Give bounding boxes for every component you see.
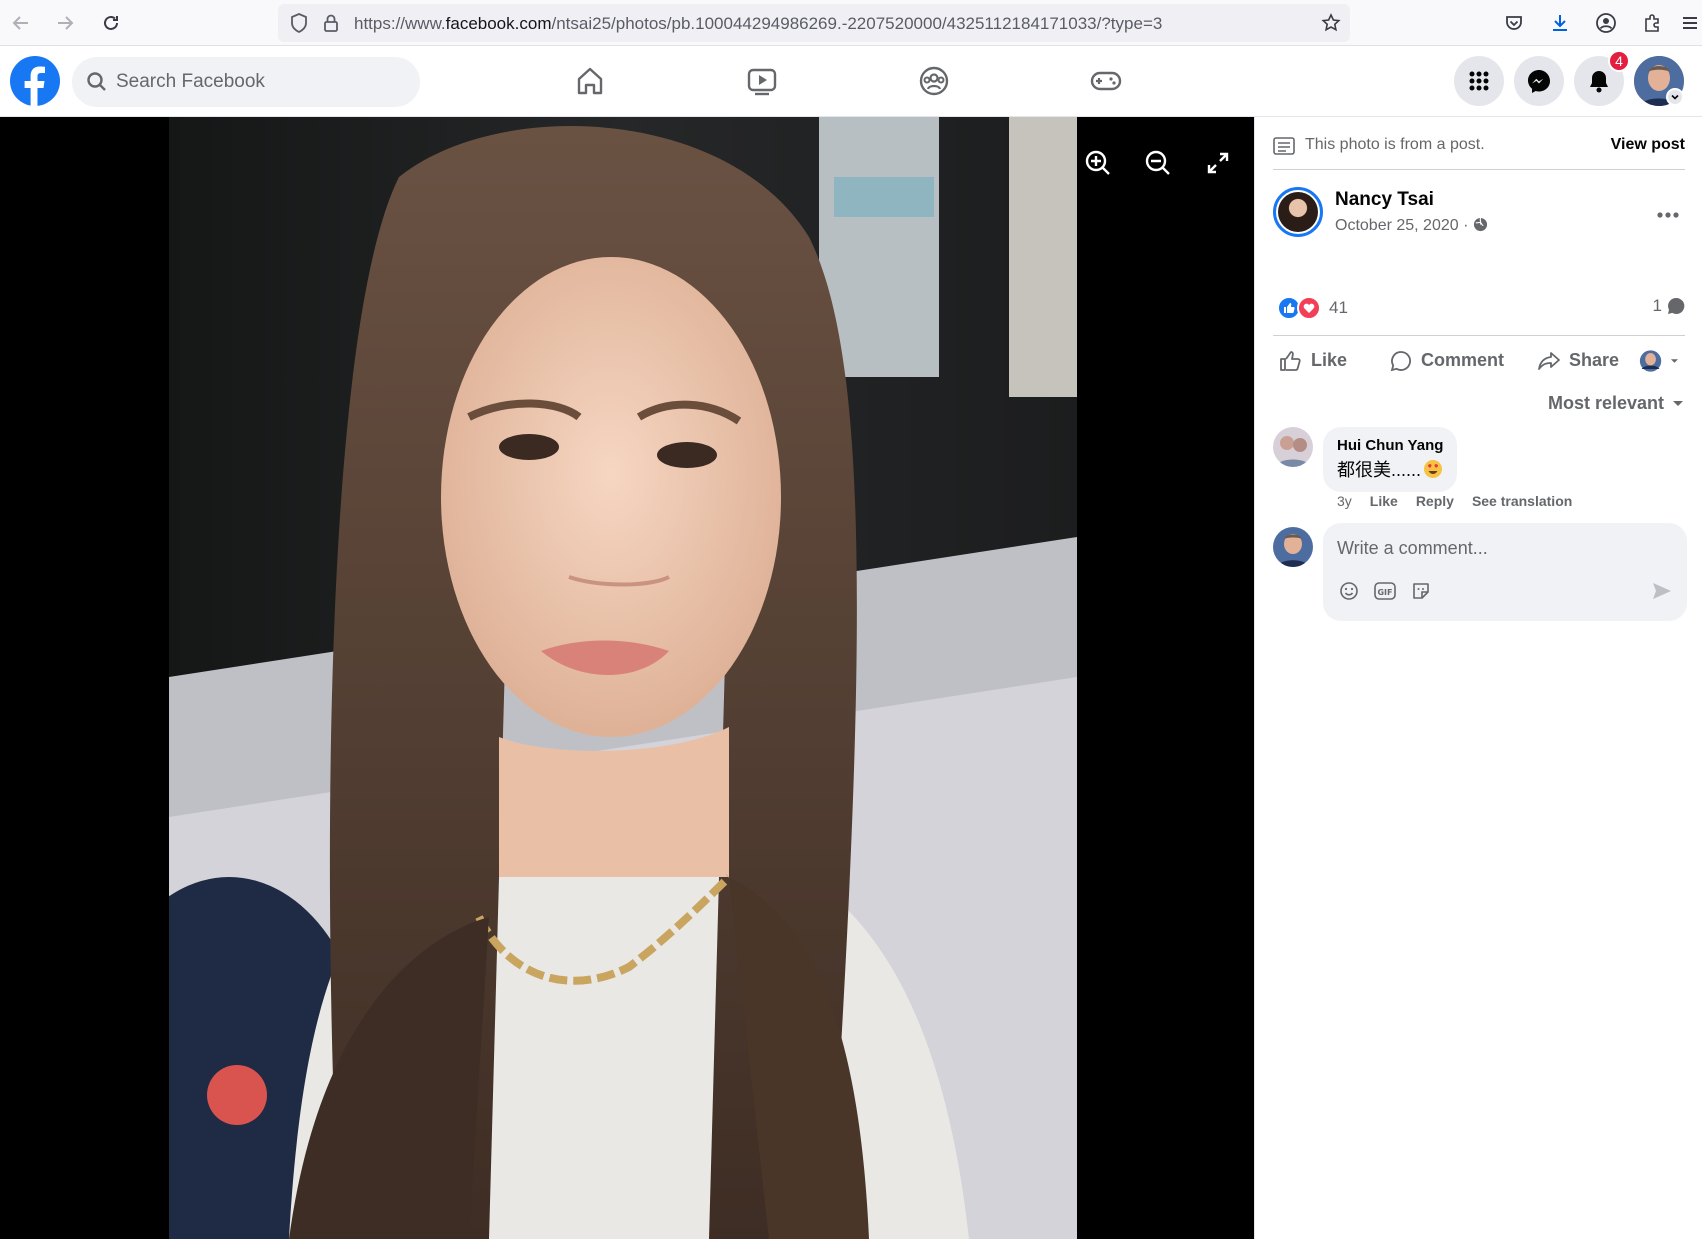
facebook-header: 4 <box>0 46 1702 117</box>
author-avatar[interactable] <box>1273 187 1323 237</box>
search-box[interactable] <box>72 57 420 107</box>
reload-icon[interactable] <box>96 8 126 38</box>
gif-icon[interactable]: GIF <box>1373 579 1397 603</box>
commenter-name[interactable]: Hui Chun Yang <box>1337 437 1443 454</box>
view-post-link[interactable]: View post <box>1611 136 1685 154</box>
send-icon[interactable] <box>1651 581 1673 606</box>
current-user-avatar[interactable] <box>1273 527 1313 567</box>
groups-tab-icon[interactable] <box>910 58 958 104</box>
comment-bubble: Hui Chun Yang 都很美...... <box>1323 427 1458 492</box>
like-button[interactable]: Like <box>1273 339 1383 383</box>
search-icon <box>86 71 108 98</box>
comment-button[interactable]: Comment <box>1383 339 1531 383</box>
user-avatar-icon <box>1639 349 1662 372</box>
bookmark-star-icon[interactable] <box>1320 12 1342 34</box>
comment-input[interactable] <box>1337 533 1657 563</box>
url-text[interactable]: https://www.facebook.com/ntsai25/photos/… <box>354 14 1162 34</box>
notification-badge: 4 <box>1608 50 1630 72</box>
share-button[interactable]: Share <box>1531 339 1639 383</box>
menu-grid-icon[interactable] <box>1454 56 1504 106</box>
composer-tools: GIF <box>1337 579 1433 603</box>
photo-viewer <box>0 117 1254 1239</box>
zoom-in-icon[interactable] <box>1076 141 1120 185</box>
sticker-icon[interactable] <box>1409 579 1433 603</box>
comment-icon <box>1390 350 1411 371</box>
notifications-bell-icon[interactable]: 4 <box>1574 50 1630 106</box>
from-post-text: This photo is from a post. <box>1305 136 1485 153</box>
react-as-selector[interactable] <box>1639 339 1679 383</box>
share-icon <box>1538 351 1560 370</box>
post-date[interactable]: October 25, 2020 · <box>1335 217 1488 235</box>
watch-tab-icon[interactable] <box>738 58 786 104</box>
lock-icon[interactable] <box>320 12 342 34</box>
account-icon[interactable] <box>1592 9 1620 37</box>
chevron-down-icon[interactable] <box>1666 88 1684 106</box>
pocket-icon[interactable] <box>1500 9 1528 37</box>
zoom-out-icon[interactable] <box>1136 141 1180 185</box>
sort-comments-dropdown[interactable]: Most relevant <box>1548 393 1684 414</box>
commenter-avatar[interactable] <box>1273 427 1313 467</box>
emoji-icon[interactable] <box>1337 579 1361 603</box>
comment-bubble-icon <box>1668 297 1685 314</box>
action-bar: Like Comment Share <box>1273 335 1685 385</box>
svg-text:GIF: GIF <box>1377 588 1392 597</box>
comment-age[interactable]: 3y <box>1337 493 1352 509</box>
caret-down-icon <box>1670 358 1679 363</box>
home-tab-icon[interactable] <box>566 58 614 104</box>
see-translation-link[interactable]: See translation <box>1472 493 1572 509</box>
facebook-logo-icon[interactable] <box>10 56 60 106</box>
comment-composer: GIF <box>1323 523 1687 621</box>
post-details-panel: This photo is from a post. View post Nan… <box>1254 117 1702 1239</box>
extensions-icon[interactable] <box>1638 9 1666 37</box>
back-icon[interactable] <box>6 8 36 38</box>
download-icon[interactable] <box>1546 9 1574 37</box>
search-input[interactable] <box>116 68 406 96</box>
comment-text: 都很美...... <box>1337 456 1443 482</box>
fullscreen-icon[interactable] <box>1196 141 1240 185</box>
gaming-tab-icon[interactable] <box>1082 58 1130 104</box>
messenger-icon[interactable] <box>1514 56 1564 106</box>
love-reaction-icon <box>1297 296 1321 320</box>
reaction-count: 41 <box>1329 298 1348 317</box>
caret-down-icon <box>1673 400 1683 406</box>
menu-icon[interactable] <box>1676 9 1702 37</box>
comment-reply-link[interactable]: Reply <box>1416 493 1454 509</box>
shield-icon[interactable] <box>288 12 310 34</box>
post-document-icon <box>1273 137 1295 155</box>
reactions-summary[interactable]: 41 <box>1277 295 1348 321</box>
thumbs-up-icon <box>1280 350 1301 371</box>
comment-actions: 3y Like Reply See translation <box>1337 493 1572 509</box>
comment-count[interactable]: 1 <box>1653 296 1686 316</box>
comment-like-link[interactable]: Like <box>1370 493 1398 509</box>
author-name[interactable]: Nancy Tsai <box>1335 189 1434 211</box>
address-bar[interactable]: https://www.facebook.com/ntsai25/photos/… <box>278 4 1350 42</box>
globe-icon <box>1473 217 1487 232</box>
from-post-banner: This photo is from a post. View post <box>1273 132 1685 170</box>
post-photo[interactable] <box>169 117 1077 1239</box>
browser-toolbar: https://www.facebook.com/ntsai25/photos/… <box>0 0 1702 46</box>
heart-eyes-emoji-icon <box>1424 460 1443 478</box>
more-options-icon[interactable] <box>1650 197 1686 233</box>
forward-icon[interactable] <box>50 8 80 38</box>
